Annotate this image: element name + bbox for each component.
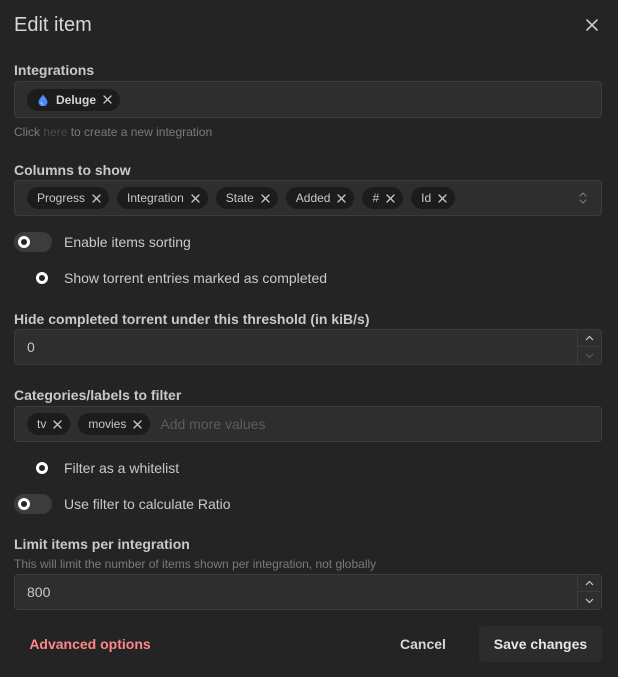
cancel-button[interactable]: Cancel [388, 626, 458, 662]
integrations-multiselect[interactable]: Deluge [14, 81, 602, 118]
columns-multiselect[interactable]: Progress Integration State Added # Id [14, 180, 602, 216]
threshold-label: Hide completed torrent under this thresh… [14, 311, 370, 327]
whitelist-toggle-row: Filter as a whitelist [14, 458, 179, 478]
limit-input[interactable]: 800 [14, 574, 602, 610]
remove-pill-icon[interactable] [261, 193, 270, 203]
hint-prefix: Click [14, 125, 40, 139]
remove-pill-icon[interactable] [133, 419, 143, 429]
pill-label: # [372, 191, 380, 205]
chevron-down-icon [585, 598, 594, 603]
remove-pill-icon[interactable] [53, 419, 62, 429]
chevron-updown-icon[interactable] [578, 191, 588, 205]
integrations-hint: Click here to create a new integration [14, 125, 212, 139]
pill-label: Id [421, 191, 432, 205]
close-icon[interactable] [584, 17, 600, 33]
value-pill: Integration [117, 187, 208, 209]
sorting-toggle-row: Enable items sorting [14, 232, 191, 252]
value-pill: movies [78, 413, 151, 435]
sorting-toggle[interactable] [14, 232, 52, 252]
hint-suffix: to create a new integration [70, 125, 213, 139]
pill-label: Integration [127, 191, 184, 205]
decrement-button[interactable] [578, 347, 601, 364]
integration-pill-deluge: Deluge [27, 88, 121, 111]
columns-label: Columns to show [14, 162, 131, 178]
remove-pill-icon[interactable] [438, 193, 447, 203]
value-pill: Id [411, 187, 456, 209]
whitelist-toggle-label: Filter as a whitelist [64, 460, 180, 476]
whitelist-toggle[interactable] [14, 458, 52, 478]
pill-label: movies [88, 417, 127, 431]
threshold-stepper[interactable] [577, 330, 601, 364]
ratio-toggle-row: Use filter to calculate Ratio [14, 494, 231, 514]
limit-stepper[interactable] [577, 575, 601, 609]
ratio-toggle-label: Use filter to calculate Ratio [64, 496, 231, 512]
remove-pill-icon[interactable] [103, 95, 112, 104]
show-completed-toggle-row: Show torrent entries marked as completed [14, 268, 327, 288]
decrement-button[interactable] [578, 592, 601, 609]
deluge-icon [38, 94, 48, 106]
integration-pill-label: Deluge [56, 92, 97, 107]
advanced-options-button[interactable]: Advanced options [14, 626, 166, 662]
increment-button[interactable] [578, 330, 601, 347]
show-completed-toggle-label: Show torrent entries marked as completed [64, 270, 328, 286]
save-button[interactable]: Save changes [479, 626, 602, 662]
limit-description: This will limit the number of items show… [14, 557, 377, 571]
pill-label: Added [295, 191, 331, 205]
limit-label: Limit items per integration [14, 536, 190, 552]
create-integration-link[interactable]: here [43, 125, 67, 139]
sorting-toggle-label: Enable items sorting [64, 234, 191, 250]
pill-label: State [225, 191, 254, 205]
chevron-down-icon [585, 353, 594, 358]
remove-pill-icon[interactable] [191, 193, 200, 203]
value-pill: Added [285, 187, 355, 209]
value-pill: State [215, 187, 278, 209]
limit-value: 800 [27, 584, 51, 600]
pill-label: tv [37, 417, 47, 431]
integrations-label: Integrations [14, 62, 95, 78]
threshold-value: 0 [27, 339, 35, 355]
ratio-toggle[interactable] [14, 494, 52, 514]
categories-multiselect[interactable]: tv movies Add more values [14, 406, 602, 442]
remove-pill-icon[interactable] [92, 193, 101, 203]
chevron-up-icon [585, 580, 594, 586]
remove-pill-icon[interactable] [386, 193, 395, 203]
dialog-title: Edit item [14, 14, 92, 36]
pill-label: Progress [37, 191, 86, 205]
chevron-up-icon [585, 335, 594, 341]
show-completed-toggle[interactable] [14, 268, 52, 288]
categories-label: Categories/labels to filter [14, 387, 182, 403]
remove-pill-icon[interactable] [337, 193, 347, 203]
threshold-input[interactable]: 0 [14, 329, 602, 365]
value-pill: # [362, 187, 404, 209]
increment-button[interactable] [578, 575, 601, 592]
value-pill: tv [27, 413, 71, 435]
categories-placeholder[interactable]: Add more values [160, 416, 265, 432]
value-pill: Progress [27, 187, 110, 209]
